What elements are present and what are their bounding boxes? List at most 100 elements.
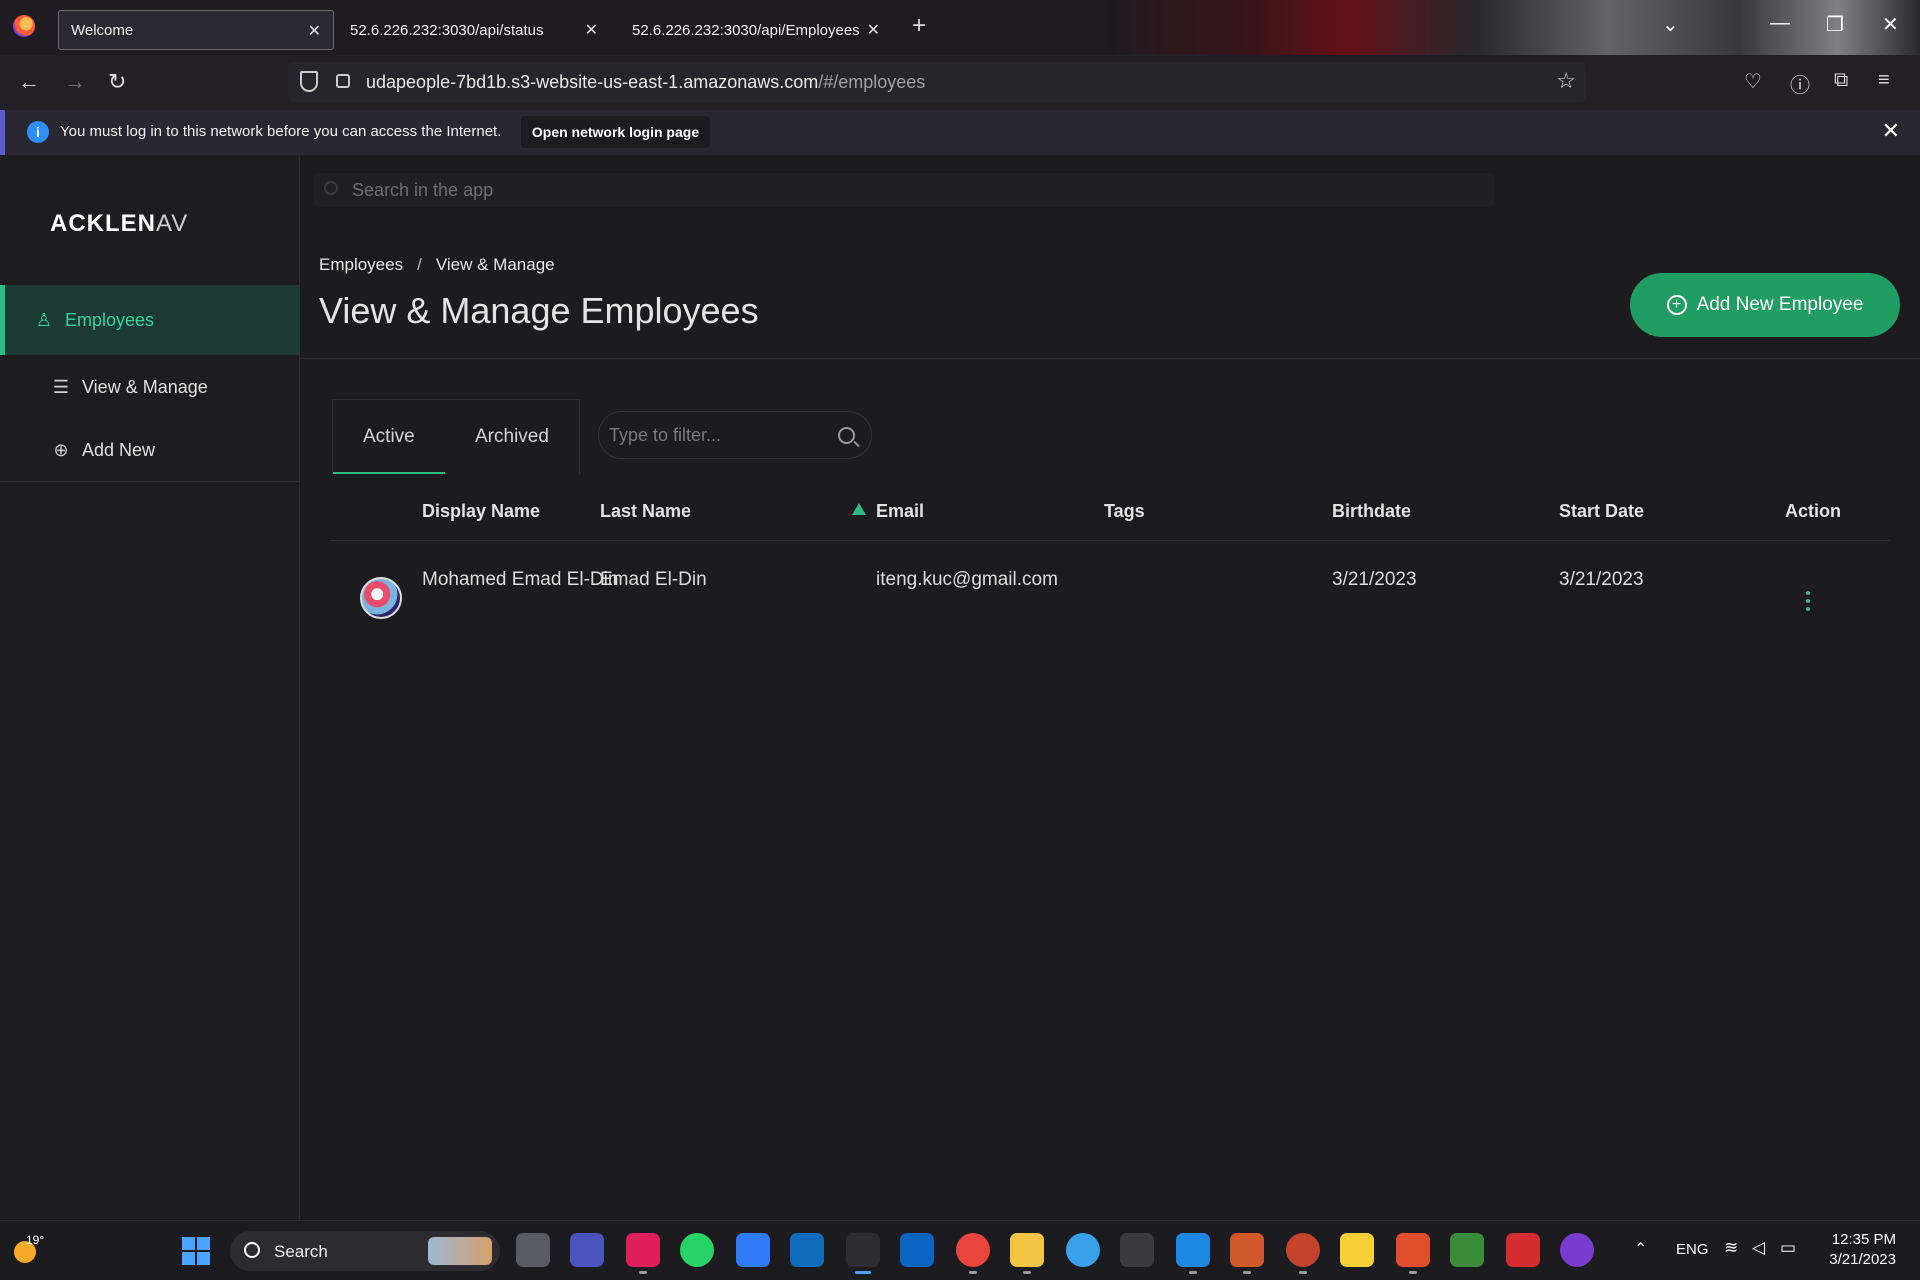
column-header-tags[interactable]: Tags bbox=[1104, 501, 1145, 522]
filter-box[interactable] bbox=[598, 411, 872, 459]
divider bbox=[300, 358, 1920, 359]
clock[interactable]: 12:35 PM 3/21/2023 bbox=[1800, 1230, 1896, 1270]
slack-icon[interactable] bbox=[626, 1233, 660, 1274]
window-close-icon[interactable]: ✕ bbox=[1882, 12, 1899, 37]
todo-icon[interactable] bbox=[736, 1233, 770, 1267]
app-search-input[interactable] bbox=[352, 177, 1252, 203]
open-login-page-button[interactable]: Open network login page bbox=[521, 116, 710, 148]
url-host: udapeople-7bd1b.s3-website-us-east-1.ama… bbox=[366, 72, 819, 92]
lock-icon[interactable] bbox=[336, 74, 350, 88]
add-new-employee-label: Add New Employee bbox=[1696, 294, 1864, 315]
url-path: /#/employees bbox=[818, 72, 926, 92]
clock-date: 3/21/2023 bbox=[1829, 1251, 1896, 1268]
close-icon[interactable]: ✕ bbox=[308, 21, 321, 41]
tab-title: 52.6.226.232:3030/api/Employees bbox=[632, 21, 860, 39]
pocket-icon[interactable]: ♡ bbox=[1744, 69, 1762, 94]
sidebar-item-label: Add New bbox=[82, 440, 156, 460]
bookmark-star-icon[interactable]: ☆ bbox=[1556, 68, 1576, 94]
filter-input[interactable] bbox=[609, 422, 809, 448]
git-icon[interactable] bbox=[1396, 1233, 1430, 1274]
url-text[interactable]: udapeople-7bd1b.s3-website-us-east-1.ama… bbox=[366, 72, 925, 93]
browser-tab-welcome[interactable]: Welcome ✕ bbox=[58, 10, 334, 50]
reload-icon[interactable]: ↻ bbox=[108, 69, 126, 95]
whatsapp-icon[interactable] bbox=[680, 1233, 714, 1267]
browser-tab-bar: Welcome ✕ 52.6.226.232:3030/api/status ✕… bbox=[0, 0, 1920, 55]
media-player-icon[interactable] bbox=[1560, 1233, 1594, 1267]
shield-icon[interactable] bbox=[300, 71, 318, 92]
new-tab-icon[interactable]: + bbox=[912, 12, 926, 40]
close-icon[interactable]: ✕ bbox=[585, 20, 598, 40]
cell-email: iteng.kuc@gmail.com bbox=[876, 569, 1058, 590]
file-explorer-icon[interactable] bbox=[1010, 1233, 1044, 1274]
close-icon[interactable]: ✕ bbox=[867, 20, 880, 40]
browser-theme-artwork bbox=[1100, 0, 1920, 55]
app-logo[interactable]: ACKLENAV bbox=[50, 210, 188, 238]
app-icon[interactable] bbox=[1450, 1233, 1484, 1267]
column-header-birthdate[interactable]: Birthdate bbox=[1332, 501, 1411, 522]
forward-icon[interactable]: → bbox=[64, 69, 86, 95]
browser-tab-status[interactable]: 52.6.226.232:3030/api/status ✕ bbox=[338, 10, 610, 50]
tab-archived[interactable]: Archived bbox=[475, 426, 549, 448]
tab-list-chevron-icon[interactable]: ⌄ bbox=[1662, 12, 1679, 37]
search-icon[interactable] bbox=[838, 427, 855, 444]
firefox-taskbar-icon[interactable] bbox=[846, 1233, 880, 1274]
browser-tab-employees[interactable]: 52.6.226.232:3030/api/Employees ✕ bbox=[620, 10, 892, 50]
main-content: Employees / View & Manage View & Manage Em… bbox=[300, 155, 1920, 1220]
address-bar[interactable]: udapeople-7bd1b.s3-website-us-east-1.ama… bbox=[288, 62, 1586, 102]
sort-ascending-icon[interactable] bbox=[852, 503, 866, 515]
user-icon: ♙ bbox=[35, 309, 53, 330]
battery-icon[interactable]: ▭ bbox=[1780, 1238, 1796, 1258]
restore-icon[interactable]: ❐ bbox=[1826, 12, 1844, 37]
minimize-icon[interactable]: — bbox=[1770, 12, 1790, 35]
volume-icon[interactable]: ◁ bbox=[1752, 1238, 1765, 1258]
firefox-icon[interactable] bbox=[13, 15, 35, 37]
sidebar-item-employees[interactable]: ♙ Employees bbox=[0, 285, 300, 355]
cell-birthdate: 3/21/2023 bbox=[1332, 569, 1417, 590]
column-header-display-name[interactable]: Display Name bbox=[422, 501, 540, 522]
task-view-icon[interactable] bbox=[516, 1233, 550, 1267]
acrobat-icon[interactable] bbox=[1506, 1233, 1540, 1267]
back-icon[interactable]: ← bbox=[18, 69, 40, 95]
extension-info-icon[interactable]: ⓘ bbox=[1790, 69, 1810, 98]
column-header-start-date[interactable]: Start Date bbox=[1559, 501, 1644, 522]
wifi-icon[interactable]: ≋ bbox=[1724, 1238, 1738, 1258]
clock-time: 12:35 PM bbox=[1831, 1231, 1896, 1248]
powerpoint-icon[interactable] bbox=[1286, 1233, 1320, 1274]
outlook-icon[interactable] bbox=[900, 1233, 934, 1267]
weather-widget[interactable]: 19° bbox=[14, 1231, 48, 1265]
sidebar-item-view-manage[interactable]: ☰ View & Manage bbox=[0, 360, 300, 415]
more-vertical-icon[interactable] bbox=[1806, 591, 1812, 615]
browser-icon[interactable] bbox=[1066, 1233, 1100, 1267]
show-hidden-icons-icon[interactable]: ⌃ bbox=[1634, 1239, 1647, 1259]
app-search-bar[interactable] bbox=[314, 173, 1494, 207]
mail-icon[interactable] bbox=[790, 1233, 824, 1267]
table-row[interactable]: Mohamed Emad El-Din Emad El-Din iteng.ku… bbox=[330, 541, 1890, 631]
app-icon[interactable] bbox=[1230, 1233, 1264, 1274]
column-header-email[interactable]: Email bbox=[876, 501, 924, 522]
add-new-employee-button[interactable]: + Add New Employee bbox=[1630, 273, 1900, 337]
taskbar: 19° Search ⌃ ENG ≋ ◁ ▭ 12:35 PM 3/21/202… bbox=[0, 1220, 1920, 1280]
breadcrumb: Employees / View & Manage bbox=[319, 255, 555, 275]
vscode-icon[interactable] bbox=[1176, 1233, 1210, 1274]
breadcrumb-item-view-manage[interactable]: View & Manage bbox=[436, 255, 555, 274]
language-indicator[interactable]: ENG bbox=[1676, 1241, 1709, 1258]
plus-circle-icon: ⊕ bbox=[53, 440, 69, 460]
windows-start-icon[interactable] bbox=[182, 1237, 210, 1265]
logo-text: ACKLEN bbox=[50, 210, 156, 237]
search-highlight-image bbox=[428, 1237, 492, 1265]
sidebar-item-add-new[interactable]: ⊕ Add New bbox=[0, 423, 300, 478]
chrome-icon[interactable] bbox=[956, 1233, 990, 1274]
teams-icon[interactable] bbox=[570, 1233, 604, 1267]
close-icon[interactable]: ✕ bbox=[1882, 118, 1900, 144]
breadcrumb-item-employees[interactable]: Employees bbox=[319, 255, 403, 274]
tab-active[interactable]: Active bbox=[363, 426, 415, 448]
status-tabs: Active Archived bbox=[332, 399, 580, 475]
column-header-last-name[interactable]: Last Name bbox=[600, 501, 691, 522]
sticky-notes-icon[interactable] bbox=[1340, 1233, 1374, 1267]
extensions-icon[interactable]: ⧉ bbox=[1834, 69, 1848, 92]
taskbar-search[interactable]: Search bbox=[230, 1231, 500, 1271]
terminal-icon[interactable] bbox=[1120, 1233, 1154, 1267]
logo-text-light: AV bbox=[156, 210, 189, 237]
temperature-label: 19° bbox=[26, 1233, 45, 1247]
menu-icon[interactable]: ≡ bbox=[1878, 69, 1890, 92]
